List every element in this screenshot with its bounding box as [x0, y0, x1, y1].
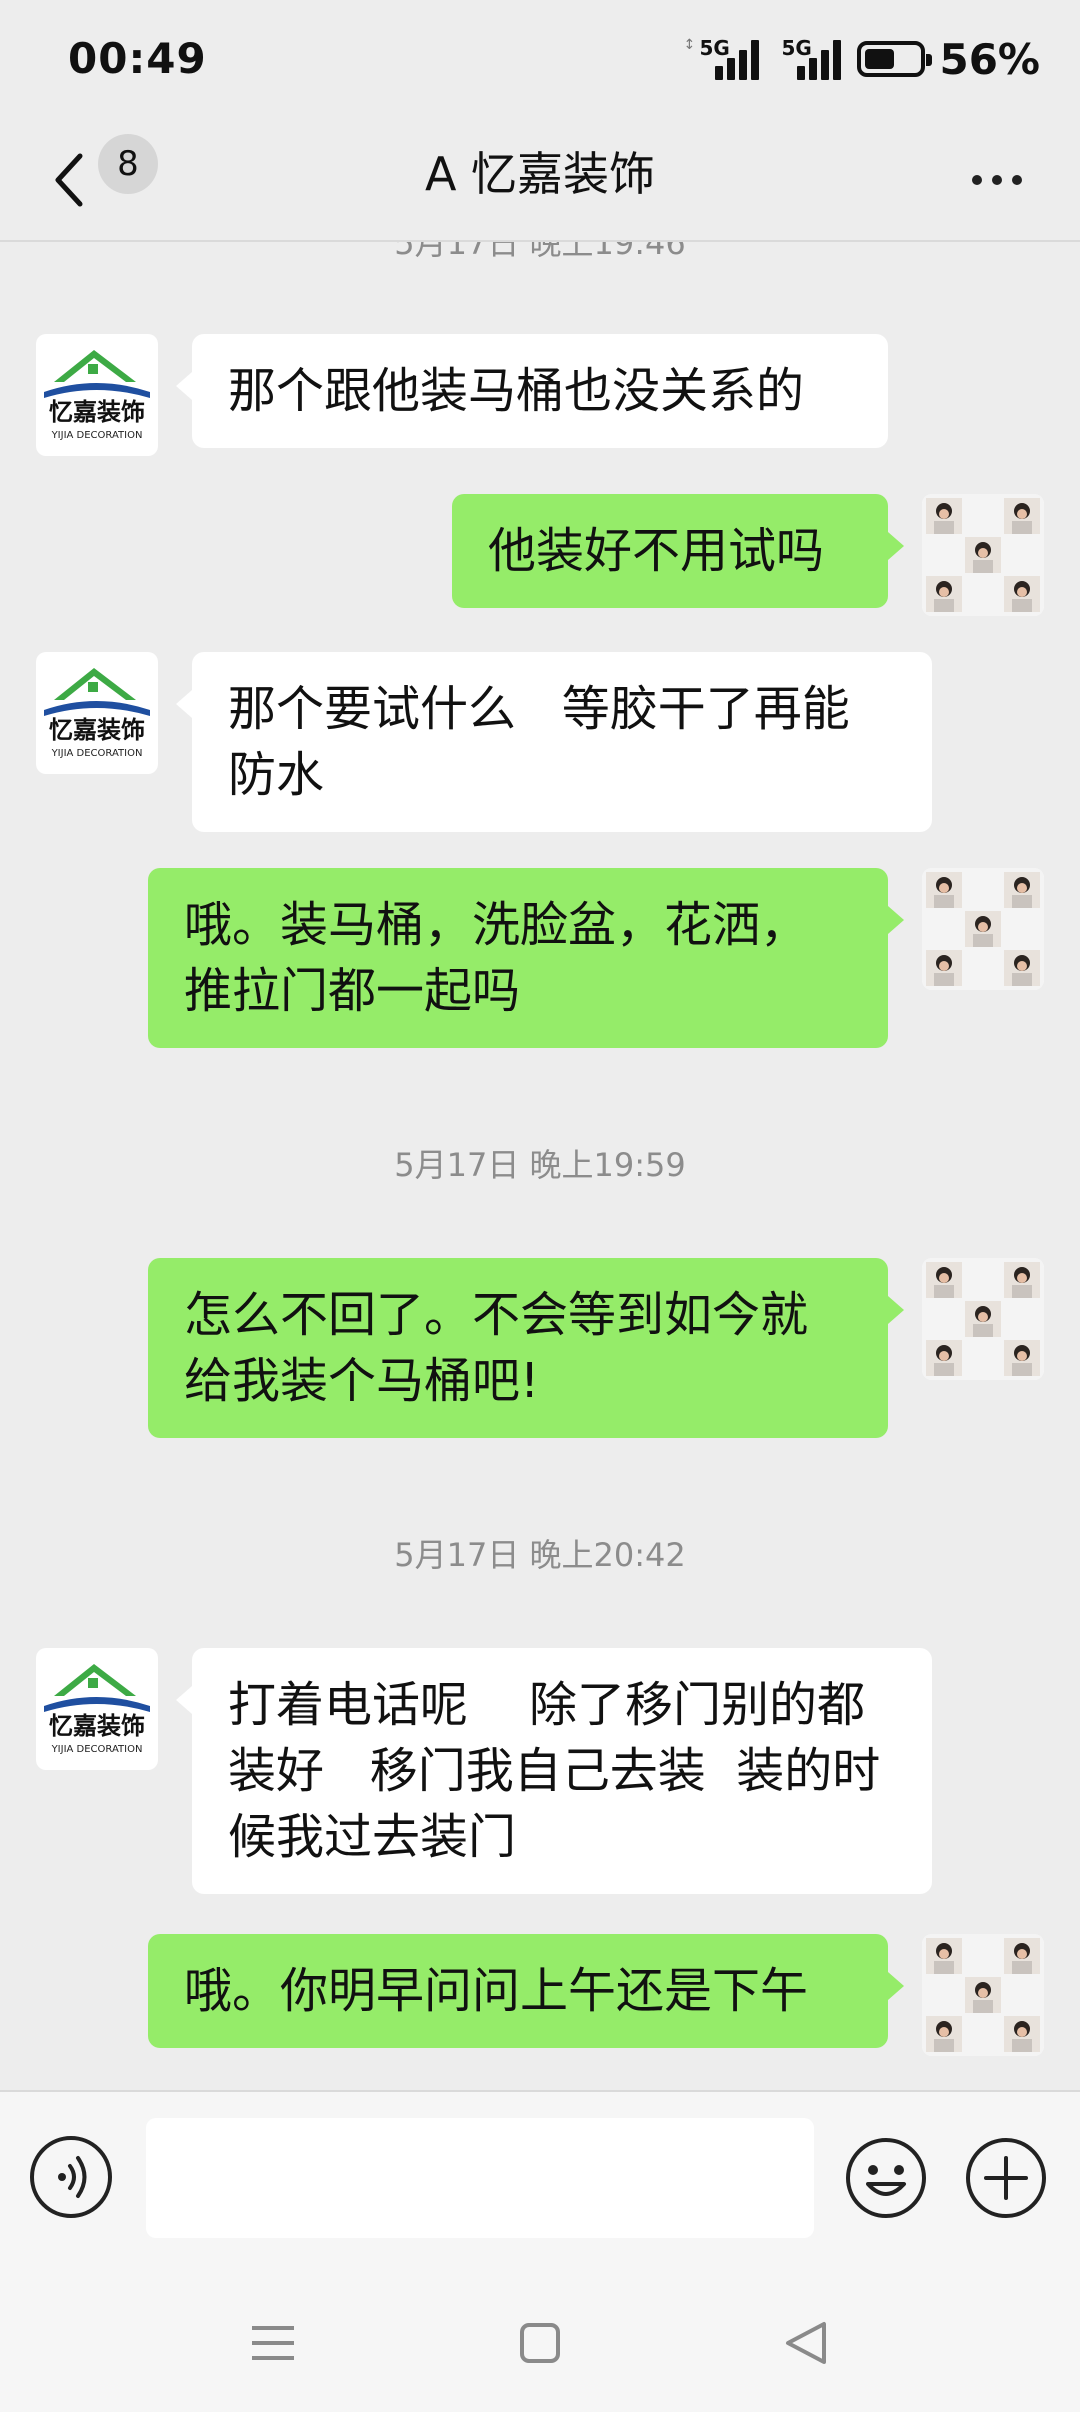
svg-text:YIJIA DECORATION: YIJIA DECORATION — [51, 430, 143, 441]
status-time: 00:49 — [68, 34, 207, 83]
contact-avatar[interactable]: 忆嘉装饰 YIJIA DECORATION — [36, 652, 158, 774]
message-input[interactable] — [146, 2118, 814, 2238]
chat-header: 8 A 忆嘉装饰 — [0, 120, 1080, 240]
message-list[interactable]: 5月17日 晚上19:46 忆嘉装饰 YIJIA DECORATION 那个跟他… — [0, 242, 1080, 2090]
signal-label: 5G — [699, 36, 730, 60]
company-logo-icon: 忆嘉装饰 YIJIA DECORATION — [44, 350, 150, 441]
timestamp: 5月17日 晚上20:42 — [394, 1536, 686, 1574]
contact-avatar[interactable]: 忆嘉装饰 YIJIA DECORATION — [36, 1648, 158, 1770]
message-bubble-incoming[interactable]: 打着电话呢 除了移门别的都装好 移门我自己去装 装的时候我过去装门 — [176, 1648, 932, 1894]
user-avatar[interactable] — [922, 1258, 1044, 1380]
battery-fill — [865, 49, 895, 69]
timestamp: 5月17日 晚上19:59 — [394, 1146, 686, 1184]
user-avatar[interactable] — [922, 494, 1044, 616]
page-title: A 忆嘉装饰 — [424, 147, 656, 201]
contact-avatar[interactable]: 忆嘉装饰 YIJIA DECORATION — [36, 334, 158, 456]
user-avatar-image — [922, 494, 1044, 616]
signal-icon: 5G — [775, 34, 843, 84]
back-triangle-icon[interactable] — [772, 2308, 842, 2378]
user-avatar[interactable] — [922, 1934, 1044, 2056]
message-bubble-outgoing[interactable]: 怎么不回了。不会等到如今就给我装个马桶吧! — [148, 1258, 904, 1438]
svg-text:忆嘉装饰: 忆嘉装饰 — [49, 1712, 145, 1740]
voice-input-icon[interactable] — [30, 2136, 112, 2218]
menu-lines-icon[interactable] — [238, 2308, 308, 2378]
svg-text:YIJIA DECORATION: YIJIA DECORATION — [51, 1744, 143, 1755]
svg-text:忆嘉装饰: 忆嘉装饰 — [49, 716, 145, 744]
user-avatar-image — [922, 1934, 1044, 2056]
svg-text:忆嘉装饰: 忆嘉装饰 — [49, 398, 145, 426]
status-indicators: ↕ 5G 5G 56% — [683, 34, 1040, 84]
system-nav-bar — [0, 2272, 1080, 2412]
user-avatar[interactable] — [922, 868, 1044, 990]
battery-icon — [857, 41, 933, 77]
plus-icon[interactable] — [964, 2136, 1048, 2220]
input-bar — [0, 2090, 1080, 2274]
user-avatar-image — [922, 868, 1044, 990]
emoji-icon[interactable] — [844, 2136, 928, 2220]
user-avatar-image — [922, 1258, 1044, 1380]
message-bubble-outgoing[interactable]: 哦。装马桶，洗脸盆，花洒，推拉门都一起吗 — [148, 868, 904, 1048]
message-bubble-outgoing[interactable]: 哦。你明早问问上午还是下午 — [148, 1934, 904, 2048]
status-bar: 00:49 ↕ 5G 5G 56% — [0, 0, 1080, 120]
timestamp: 5月17日 晚上19:46 — [394, 242, 686, 262]
svg-text:YIJIA DECORATION: YIJIA DECORATION — [51, 748, 143, 759]
message-bubble-outgoing[interactable]: 他装好不用试吗 — [452, 494, 904, 608]
company-logo-icon: 忆嘉装饰 YIJIA DECORATION — [44, 668, 150, 759]
signal-label: 5G — [781, 36, 812, 60]
battery-percent: 56% — [939, 34, 1040, 84]
more-dots-icon[interactable] — [972, 160, 1042, 200]
data-arrows-icon: ↕ — [683, 37, 696, 53]
message-bubble-incoming[interactable]: 那个跟他装马桶也没关系的 — [176, 334, 888, 448]
signal-icon: ↕ 5G — [683, 34, 761, 84]
message-bubble-incoming[interactable]: 那个要试什么 等胶干了再能防水 — [176, 652, 932, 832]
home-square-icon[interactable] — [505, 2308, 575, 2378]
company-logo-icon: 忆嘉装饰 YIJIA DECORATION — [44, 1664, 150, 1755]
